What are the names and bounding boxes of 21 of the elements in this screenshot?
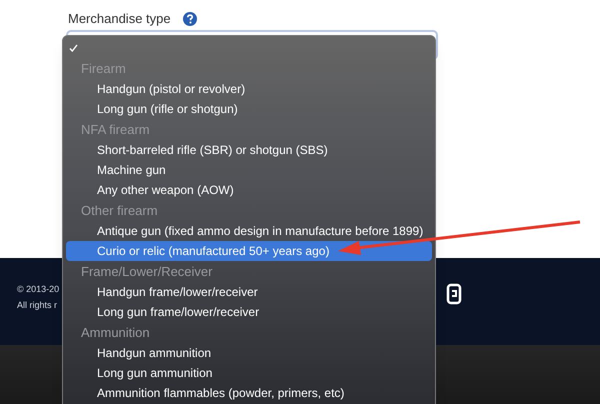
menu-option[interactable]: Long gun ammunition [66,362,432,384]
group-label: NFA firearm [81,120,150,139]
group-label: Other firearm [81,202,158,220]
menu-option[interactable]: Antique gun (fixed ammo design in manufacture before 1899) [66,220,432,241]
group-label: Firearm [81,60,126,78]
menu-option[interactable]: Ammunition flammables (powder, primers, etc) [66,383,432,404]
footer-text: © 2013-20 [17,283,60,296]
menu-option[interactable]: Machine gun [66,160,432,180]
group-label: Frame/Lower/Receiver [81,262,212,281]
footer-text: All rights r [17,298,58,312]
menu-option[interactable]: Curio or relic (manufactured 50+ years ago) [66,240,432,262]
menu-option[interactable]: Long gun (rifle or shotgun) [66,98,432,120]
menu-option[interactable]: Short-barreled rifle (SBR) or shotgun (SBS) [66,139,432,160]
menu-option[interactable]: Handgun frame/lower/receiver [66,282,432,302]
menu-option[interactable]: Any other weapon (AOW) [66,180,432,200]
menu-option[interactable]: Handgun (pistol or revolver) [66,78,432,99]
menu-option[interactable]: Handgun ammunition [66,342,432,363]
help-icon[interactable] [182,12,197,26]
group-label: Ammunition [81,324,150,342]
menu-option[interactable]: Long gun frame/lower/receiver [66,302,432,322]
field-label: Merchandise type [68,10,171,28]
